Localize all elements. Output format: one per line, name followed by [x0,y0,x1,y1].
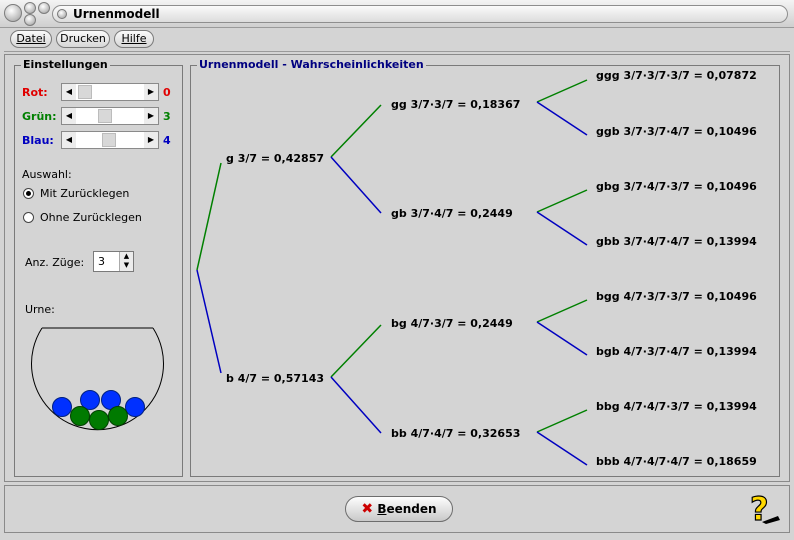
branch-bb [330,376,382,434]
node-bbg: bbg 4/7·4/7·3/7 = 0,13994 [596,400,757,413]
node-gbb: gbb 3/7·4/7·4/7 = 0,13994 [596,235,757,248]
quit-button[interactable]: ✖ Beenden [345,496,453,522]
node-gg: gg 3/7·3/7 = 0,18367 [391,98,521,111]
node-ggb: ggb 3/7·3/7·4/7 = 0,10496 [596,125,757,138]
branch-gbb [536,211,588,246]
node-bg: bg 4/7·3/7 = 0,2449 [391,317,513,330]
branch-bbg [536,409,588,433]
node-gb: gb 3/7·4/7 = 0,2449 [391,207,513,220]
node-b: b 4/7 = 0,57143 [226,372,325,385]
branch-gb [330,156,382,214]
node-bb: bb 4/7·4/7 = 0,32653 [391,427,521,440]
node-bgg: bgg 4/7·3/7·3/7 = 0,10496 [596,290,757,303]
node-bbb: bbb 4/7·4/7·4/7 = 0,18659 [596,455,757,468]
branch-gbg [536,189,588,213]
node-gbg: gbg 3/7·4/7·3/7 = 0,10496 [596,180,757,193]
close-x-icon: ✖ [361,501,374,517]
node-g: g 3/7 = 0,42857 [226,152,325,165]
help-icon[interactable]: ? [748,492,784,528]
branch-bgb [536,321,588,356]
quit-button-label: eenden [386,502,437,516]
branch-bg [330,324,382,378]
node-ggg: ggg 3/7·3/7·3/7 = 0,07872 [596,69,757,82]
branch-bbb [536,431,588,466]
node-bgb: bgb 4/7·3/7·4/7 = 0,13994 [596,345,757,358]
branch-ggg [536,79,588,103]
branch-ggb [536,101,588,136]
branch-g [196,162,222,271]
branch-b [196,269,222,374]
branch-gg [330,104,382,158]
branch-bgg [536,299,588,323]
